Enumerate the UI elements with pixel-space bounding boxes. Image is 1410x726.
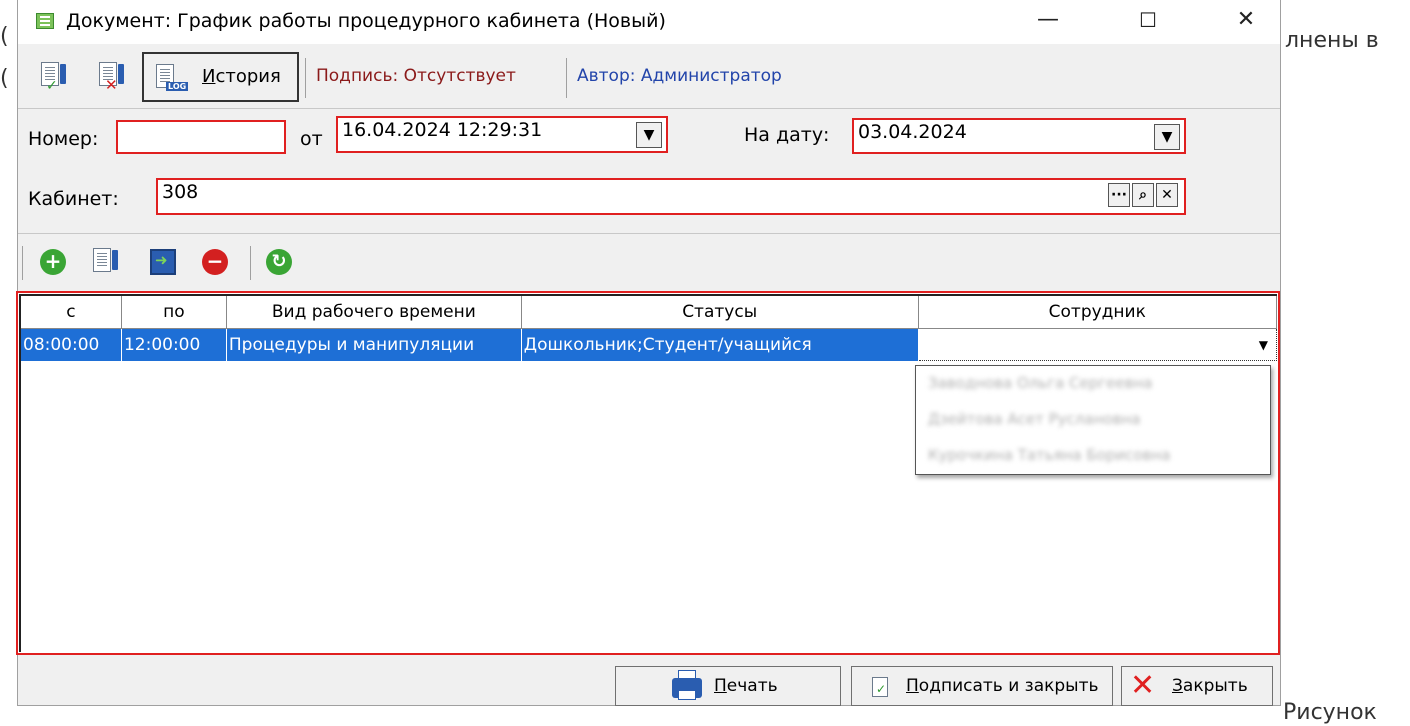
on-date-field[interactable]: 03.04.2024 ▼ xyxy=(852,118,1186,154)
background-caption: Рисунок xyxy=(1283,700,1377,725)
from-dropdown-button[interactable]: ▼ xyxy=(636,122,662,148)
sign-document-icon xyxy=(872,677,888,697)
signature-status: Подпись: Отсутствует xyxy=(316,66,516,86)
clear-icon[interactable]: ✕ xyxy=(1156,183,1178,207)
close-window-button[interactable]: ✕ xyxy=(1216,0,1276,44)
printer-icon xyxy=(672,670,702,700)
edit-row-icon[interactable] xyxy=(90,246,120,280)
chevron-down-icon[interactable]: ▼ xyxy=(1259,338,1268,352)
column-header-statuses[interactable]: Статусы xyxy=(521,296,919,329)
search-icon[interactable]: ⌕ xyxy=(1132,183,1154,207)
window-title: Документ: График работы процедурного каб… xyxy=(66,10,666,32)
list-item[interactable]: Дзейтова Асет Руслановна xyxy=(928,410,1140,428)
on-date-label: На дату: xyxy=(744,124,830,146)
divider xyxy=(18,108,1280,109)
sign-document-icon[interactable]: ✓ xyxy=(38,60,68,94)
employee-dropdown-list[interactable]: Заводнова Ольга Сергеевна Дзейтова Асет … xyxy=(915,365,1271,475)
cancel-sign-icon[interactable]: ✕ xyxy=(96,60,126,94)
table-row[interactable]: 08:00:00 12:00:00 Процедуры и манипуляци… xyxy=(21,328,1278,361)
document-toolbar: ✓ ✕ LOG История Подпись: Отсутствует Авт… xyxy=(18,48,1280,106)
log-tag: LOG xyxy=(166,82,189,91)
history-button[interactable]: LOG История xyxy=(142,52,299,102)
author-label: Автор: Администратор xyxy=(577,66,782,86)
toolbar-separator xyxy=(250,246,251,280)
title-bar[interactable]: Документ: График работы процедурного каб… xyxy=(18,0,1280,44)
on-date-dropdown-button[interactable]: ▼ xyxy=(1154,124,1180,150)
grid-toolbar: + − ↻ xyxy=(18,238,1280,288)
maximize-button[interactable]: ☐ xyxy=(1118,0,1178,44)
close-button[interactable]: ✕ Закрыть xyxy=(1121,666,1273,706)
column-header-from[interactable]: с xyxy=(21,296,122,329)
cell-from[interactable]: 08:00:00 xyxy=(21,328,122,361)
save-row-icon[interactable] xyxy=(150,249,176,275)
history-label: История xyxy=(202,66,281,87)
cabinet-select-button[interactable]: ··· xyxy=(1108,183,1130,207)
cabinet-field[interactable]: 308 ··· ⌕ ✕ xyxy=(156,178,1186,215)
cell-work-type[interactable]: Процедуры и манипуляции xyxy=(226,328,522,361)
column-header-to[interactable]: по xyxy=(121,296,227,329)
print-button[interactable]: Печать xyxy=(615,666,841,706)
background-text-right: лнены в xyxy=(1285,28,1379,53)
cell-employee[interactable]: ▼ xyxy=(917,328,1278,361)
schedule-table: с по Вид рабочего времени Статусы Сотруд… xyxy=(21,296,1278,361)
from-datetime-field[interactable]: 16.04.2024 12:29:31 ▼ xyxy=(336,116,668,153)
number-label: Номер: xyxy=(28,128,99,150)
app-icon xyxy=(36,13,54,29)
toolbar-separator xyxy=(305,58,306,98)
toolbar-separator xyxy=(22,246,23,280)
cabinet-label: Кабинет: xyxy=(28,188,119,210)
refresh-icon[interactable]: ↻ xyxy=(266,249,292,275)
from-label: от xyxy=(300,128,323,150)
column-header-employee[interactable]: Сотрудник xyxy=(918,296,1278,329)
minimize-button[interactable]: — xyxy=(1018,0,1078,44)
sign-and-close-button[interactable]: Подписать и закрыть xyxy=(851,666,1113,706)
delete-row-icon[interactable]: − xyxy=(202,249,228,275)
cell-statuses[interactable]: Дошкольник;Студент/учащийся xyxy=(521,328,919,361)
divider xyxy=(18,233,1280,234)
number-field[interactable] xyxy=(116,120,286,154)
cell-to[interactable]: 12:00:00 xyxy=(121,328,227,361)
column-header-work-type[interactable]: Вид рабочего времени xyxy=(226,296,522,329)
background-text-left-1: ( xyxy=(0,24,9,49)
add-row-icon[interactable]: + xyxy=(40,249,66,275)
toolbar-separator xyxy=(566,58,567,98)
document-window: Документ: График работы процедурного каб… xyxy=(16,0,1281,706)
close-icon: ✕ xyxy=(1130,668,1156,703)
list-item[interactable]: Заводнова Ольга Сергеевна xyxy=(928,374,1152,392)
list-item[interactable]: Курочкина Татьяна Борисовна xyxy=(928,446,1170,464)
background-text-left-2: ( xyxy=(0,66,9,91)
